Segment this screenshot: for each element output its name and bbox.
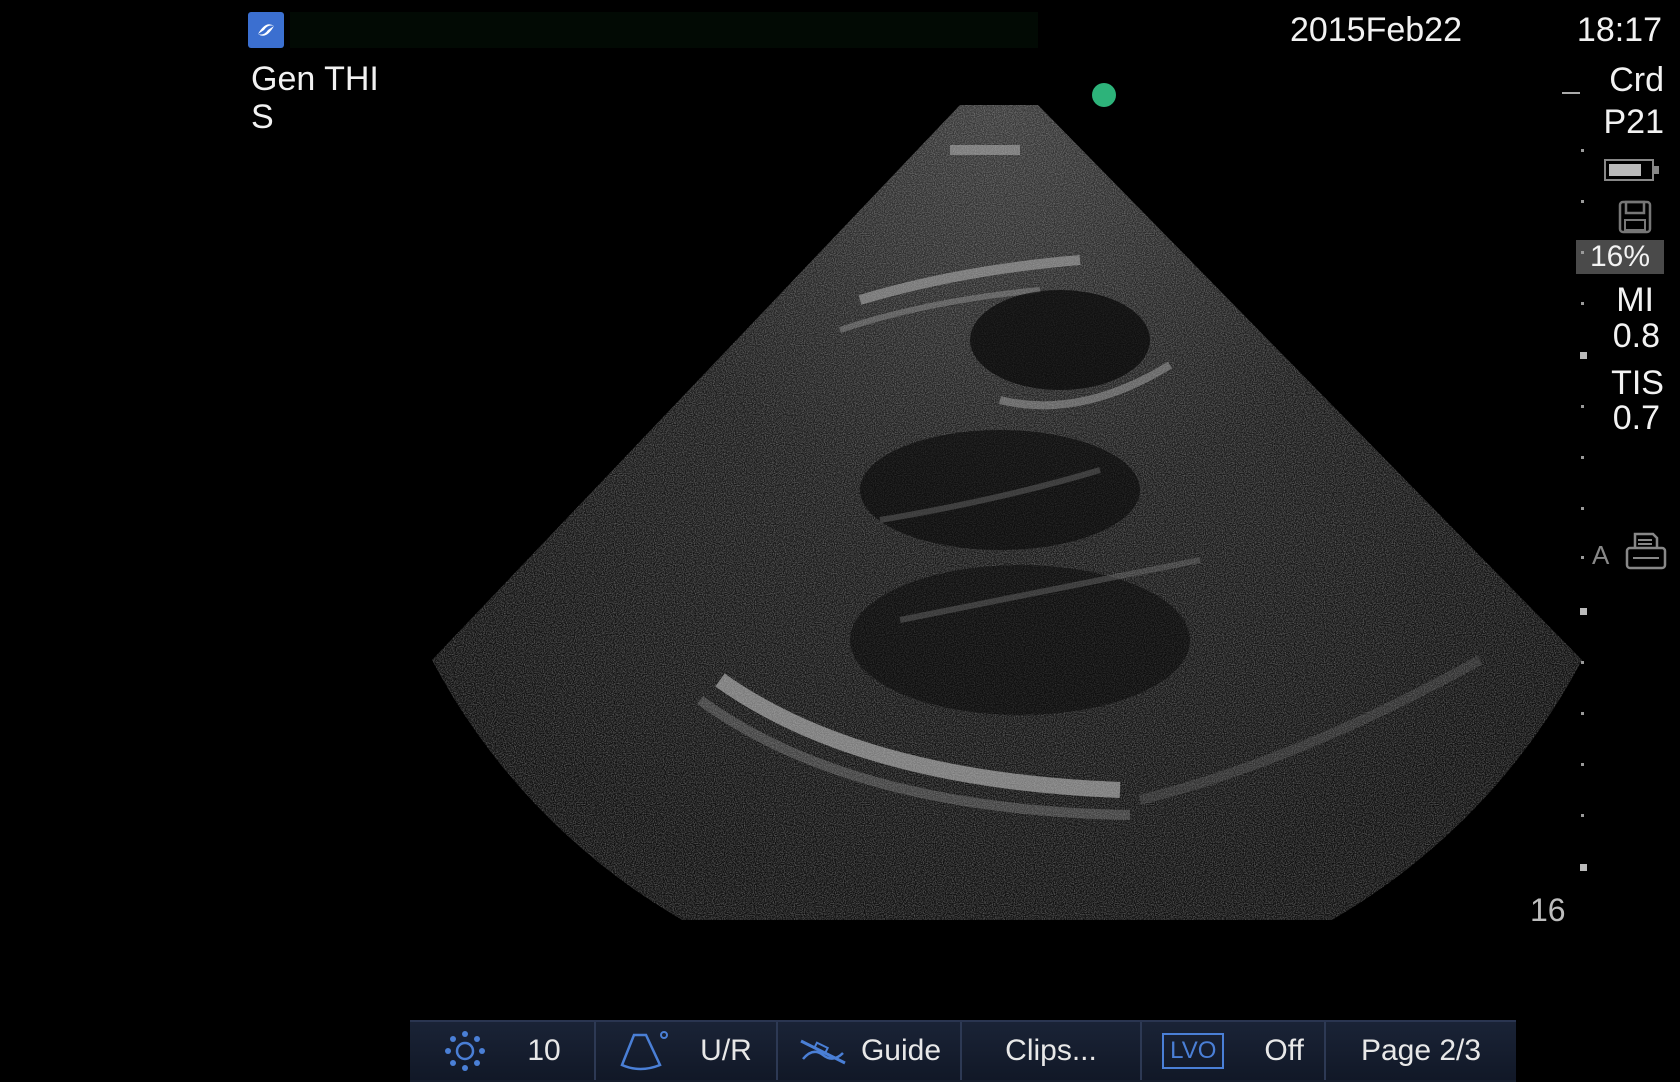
- needle-guide-icon: [797, 1033, 849, 1069]
- depth-value: 16: [1530, 892, 1566, 928]
- sector-orientation-icon: [620, 1029, 670, 1073]
- brightness-control[interactable]: 10: [410, 1022, 596, 1080]
- orientation-marker: [1092, 83, 1116, 107]
- sonosite-logo-icon: [248, 12, 284, 48]
- guide-control[interactable]: Guide: [778, 1022, 962, 1080]
- brightness-value: 10: [527, 1034, 561, 1067]
- printer-icon: [1624, 530, 1668, 577]
- ultrasound-image: [432, 83, 1582, 920]
- exam-type: Crd: [1609, 61, 1664, 99]
- orientation-label: U/R: [700, 1034, 752, 1067]
- optimization-setting: S: [251, 98, 274, 136]
- mi-value: 0.8: [1612, 317, 1660, 355]
- control-toolbar: 10 U/R Guide Clips... LVO Off Page 2/3: [410, 1020, 1516, 1082]
- mi-label: MI: [1616, 281, 1654, 319]
- page-label: Page 2/3: [1360, 1034, 1482, 1067]
- clips-label: Clips...: [1005, 1034, 1097, 1067]
- exam-time: 18:17: [1576, 11, 1662, 49]
- brightness-icon: [443, 1029, 487, 1073]
- floppy-disk-icon: [1618, 200, 1652, 239]
- lvo-control[interactable]: LVO Off: [1142, 1022, 1326, 1080]
- storage-percent: 16%: [1576, 240, 1664, 274]
- clips-button[interactable]: Clips...: [962, 1022, 1142, 1080]
- exam-date: 2015Feb22: [1289, 11, 1462, 49]
- patient-title-bar: [290, 12, 1038, 48]
- page-button[interactable]: Page 2/3: [1326, 1022, 1516, 1080]
- imaging-mode: Gen THI: [251, 60, 379, 98]
- orientation-control[interactable]: U/R: [596, 1022, 778, 1080]
- annotation-marker: A: [1592, 540, 1610, 570]
- battery-icon: [1604, 158, 1660, 187]
- focal-zone-marker: [1562, 92, 1580, 94]
- guide-label: Guide: [860, 1034, 942, 1067]
- transducer-label: P21: [1603, 103, 1665, 141]
- lvo-state: Off: [1264, 1034, 1304, 1067]
- tis-value: 0.7: [1612, 399, 1660, 437]
- lvo-badge: LVO: [1162, 1033, 1225, 1069]
- tis-label: TIS: [1611, 364, 1664, 402]
